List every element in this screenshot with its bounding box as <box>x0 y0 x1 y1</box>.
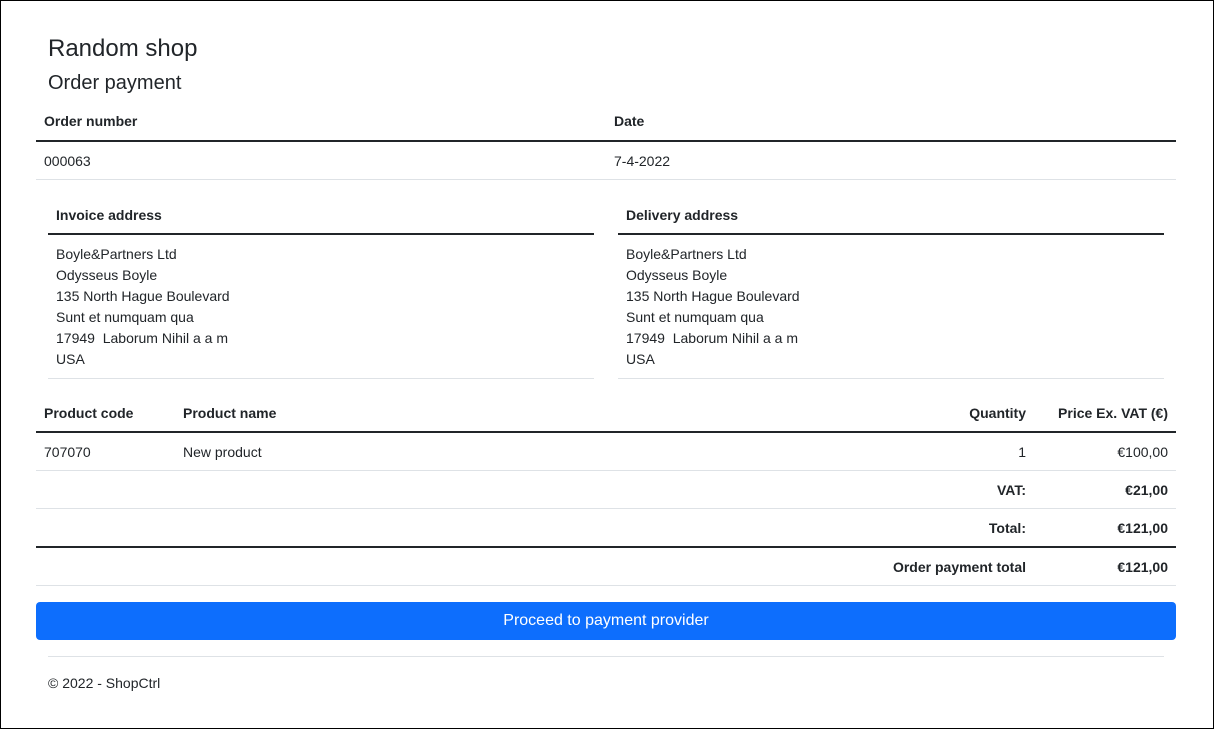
product-name-cell: New product <box>175 432 868 471</box>
invoice-address-line: Sunt et numquam qua <box>56 309 194 325</box>
footer-divider <box>48 656 1164 657</box>
product-name-header: Product name <box>175 394 868 433</box>
delivery-address-line: Odysseus Boyle <box>626 267 728 283</box>
price-cell: €100,00 <box>1034 432 1176 471</box>
quantity-header: Quantity <box>868 394 1034 433</box>
delivery-address-line: 135 North Hague Boulevard <box>626 288 800 304</box>
invoice-address-table: Invoice address Boyle&Partners Ltd Odyss… <box>48 196 594 379</box>
invoice-address-line: Boyle&Partners Ltd <box>56 246 177 262</box>
invoice-address-line: 17949 Laborum Nihil a a m <box>56 330 228 346</box>
invoice-address-header: Invoice address <box>48 196 594 235</box>
page-title: Order payment <box>48 72 182 94</box>
delivery-address-table: Delivery address Boyle&Partners Ltd Odys… <box>618 196 1164 379</box>
page-frame: Random shop Order payment Order number D… <box>0 0 1214 729</box>
invoice-address-line: Odysseus Boyle <box>56 267 158 283</box>
price-header: Price Ex. VAT (€) <box>1034 394 1176 433</box>
vat-label: VAT: <box>868 470 1034 509</box>
product-code-cell: 707070 <box>36 432 175 471</box>
delivery-address-line: Boyle&Partners Ltd <box>626 246 747 262</box>
total-row: Total: €121,00 <box>36 508 1176 548</box>
total-value: €121,00 <box>1034 508 1176 548</box>
date-header: Date <box>606 102 1176 142</box>
order-number-header: Order number <box>36 102 606 142</box>
invoice-address-line: USA <box>56 351 85 367</box>
delivery-address-body: Boyle&Partners Ltd Odysseus Boyle 135 No… <box>618 234 1164 379</box>
order-number-value: 000063 <box>36 141 606 180</box>
order-info-table: Order number Date 000063 7-4-2022 <box>36 102 1176 180</box>
footer-copyright: © 2022 - ShopCtrl <box>48 675 161 691</box>
products-table: Product code Product name Quantity Price… <box>36 394 1176 586</box>
table-row: 000063 7-4-2022 <box>36 141 1176 180</box>
payment-total-value: €121,00 <box>1034 547 1176 586</box>
delivery-address-line: Sunt et numquam qua <box>626 309 764 325</box>
addresses-section: Invoice address Boyle&Partners Ltd Odyss… <box>48 196 1164 379</box>
vat-row: VAT: €21,00 <box>36 470 1176 509</box>
delivery-address-line: 17949 Laborum Nihil a a m <box>626 330 798 346</box>
table-row: 707070 New product 1 €100,00 <box>36 432 1176 471</box>
vat-value: €21,00 <box>1034 470 1176 509</box>
payment-total-row: Order payment total €121,00 <box>36 547 1176 586</box>
product-code-header: Product code <box>36 394 175 433</box>
proceed-to-payment-button[interactable]: Proceed to payment provider <box>36 602 1176 640</box>
quantity-cell: 1 <box>868 432 1034 471</box>
invoice-address-body: Boyle&Partners Ltd Odysseus Boyle 135 No… <box>48 234 594 379</box>
total-label: Total: <box>868 508 1034 548</box>
delivery-address-line: USA <box>626 351 655 367</box>
payment-total-label: Order payment total <box>868 547 1034 586</box>
shop-name: Random shop <box>48 35 198 62</box>
invoice-address-line: 135 North Hague Boulevard <box>56 288 230 304</box>
order-date-value: 7-4-2022 <box>606 141 1176 180</box>
delivery-address-header: Delivery address <box>618 196 1164 235</box>
